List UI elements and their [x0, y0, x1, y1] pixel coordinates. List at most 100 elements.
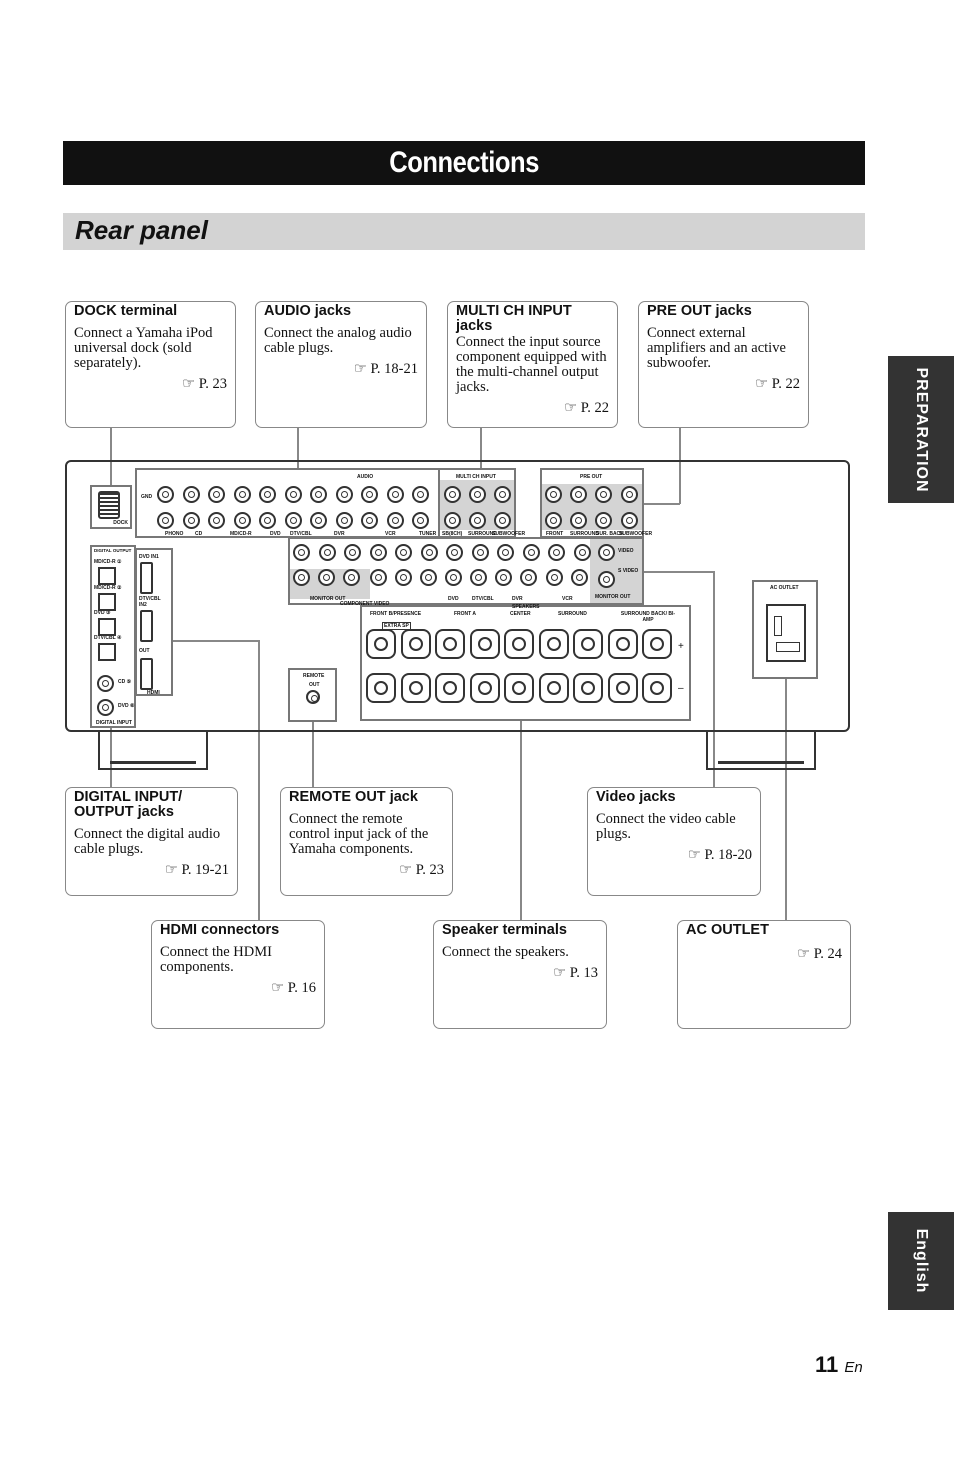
- speaker-terminal[interactable]: [400, 629, 431, 659]
- audio-jack[interactable]: [233, 512, 251, 529]
- multi-ch-jack[interactable]: [444, 512, 461, 529]
- component-video-jack[interactable]: [522, 544, 540, 561]
- audio-jack[interactable]: [259, 512, 276, 529]
- video-jacks-block: VIDEO S VIDEO MONITOR OUT COMPONENT VIDE…: [288, 537, 644, 607]
- speaker-terminal[interactable]: [366, 629, 396, 659]
- multi-ch-jack[interactable]: [494, 486, 511, 503]
- tab-english[interactable]: English: [888, 1212, 954, 1310]
- speaker-terminal[interactable]: [573, 629, 603, 659]
- audio-jack[interactable]: [412, 512, 429, 529]
- speaker-terminal[interactable]: [469, 629, 500, 659]
- callout-speaker: Speaker terminals Connect the speakers. ☞ …: [433, 920, 607, 1029]
- pre-out-jack[interactable]: [570, 512, 587, 529]
- component-video-jack[interactable]: [446, 544, 463, 561]
- pre-out-jack[interactable]: [595, 512, 612, 529]
- audio-jack[interactable]: [208, 512, 225, 529]
- s-video-jack[interactable]: [571, 569, 588, 586]
- audio-jack[interactable]: [284, 486, 302, 503]
- component-video-jack[interactable]: [471, 544, 489, 561]
- audio-jack[interactable]: [412, 486, 429, 503]
- speaker-terminal[interactable]: [538, 629, 569, 659]
- component-video-jack[interactable]: [318, 569, 335, 586]
- dock-connector-icon: [98, 491, 120, 519]
- component-video-jack[interactable]: [293, 544, 310, 561]
- audio-jack[interactable]: [386, 512, 404, 529]
- callout-digital: DIGITAL INPUT/ OUTPUT jacks Connect the d…: [65, 787, 238, 896]
- pre-out-jack[interactable]: [545, 486, 562, 503]
- callout-video: Video jacks Connect the video cable plugs…: [587, 787, 761, 896]
- s-video-jack[interactable]: [546, 569, 563, 586]
- ac-outlet-block: AC OUTLET: [752, 580, 818, 679]
- speaker-terminal[interactable]: [504, 673, 534, 703]
- component-video-jack[interactable]: [369, 544, 387, 561]
- multi-ch-jack[interactable]: [469, 512, 486, 529]
- component-video-jack[interactable]: [293, 569, 310, 586]
- section-header: Rear panel: [63, 213, 865, 250]
- audio-jack[interactable]: [310, 486, 327, 503]
- component-video-jack[interactable]: [343, 569, 360, 586]
- component-video-jack[interactable]: [395, 544, 412, 561]
- multi-ch-jack[interactable]: [469, 486, 486, 503]
- callout-multi-ch: MULTI CH INPUT jacks Connect the input so…: [447, 301, 618, 428]
- dock-terminal: DOCK: [90, 485, 132, 529]
- manual-page: Connections Rear panel PREPARATION Engli…: [0, 0, 954, 1465]
- speaker-terminal[interactable]: [538, 673, 569, 703]
- pre-out-jack[interactable]: [621, 512, 638, 529]
- speaker-terminal[interactable]: [607, 629, 638, 659]
- hdmi-block: DVD IN1 DTV/CBL IN2 OUT HDMI: [135, 548, 173, 696]
- component-video-jack[interactable]: [573, 544, 591, 561]
- speaker-terminal[interactable]: [573, 673, 603, 703]
- audio-jack[interactable]: [259, 486, 276, 503]
- speaker-terminal[interactable]: [435, 673, 465, 703]
- callout-hdmi: HDMI connectors Connect the HDMI componen…: [151, 920, 325, 1029]
- s-video-jack[interactable]: [495, 569, 512, 586]
- speaker-terminal[interactable]: [400, 673, 431, 703]
- digital-io-block: DIGITAL OUTPUT MD/CD-R ① MD/CD-R ② DVD ③…: [90, 545, 136, 728]
- monitor-out-jack[interactable]: [598, 544, 615, 561]
- speaker-terminals-block: SPEAKERS FRONT B/PRESENCE FRONT A CENTER…: [360, 604, 691, 721]
- pre-out-jack[interactable]: [621, 486, 638, 503]
- panel-foot: [706, 732, 816, 770]
- audio-jack[interactable]: [284, 512, 302, 529]
- component-video-jack[interactable]: [318, 544, 336, 561]
- tab-preparation[interactable]: PREPARATION: [888, 356, 954, 503]
- audio-jack[interactable]: [182, 486, 200, 503]
- speaker-terminal[interactable]: [366, 673, 396, 703]
- component-video-jack[interactable]: [344, 544, 361, 561]
- s-video-jack[interactable]: [520, 569, 537, 586]
- s-video-jack[interactable]: [470, 569, 487, 586]
- speaker-terminal[interactable]: [607, 673, 638, 703]
- callout-dock: DOCK terminal Connect a Yamaha iPod unive…: [65, 301, 236, 428]
- speaker-terminal[interactable]: [435, 629, 465, 659]
- component-video-jack[interactable]: [497, 544, 514, 561]
- s-video-jack[interactable]: [445, 569, 462, 586]
- monitor-out-jack[interactable]: [598, 571, 615, 588]
- pre-out-jack[interactable]: [595, 486, 612, 503]
- component-video-jack[interactable]: [420, 569, 437, 586]
- speaker-terminal[interactable]: [504, 629, 534, 659]
- audio-jack[interactable]: [182, 512, 200, 529]
- speaker-terminal[interactable]: [642, 673, 672, 703]
- ac-outlet-socket: [766, 604, 806, 662]
- component-video-jack[interactable]: [370, 569, 387, 586]
- audio-jack[interactable]: [335, 512, 353, 529]
- component-video-jack[interactable]: [548, 544, 565, 561]
- component-video-jack[interactable]: [420, 544, 438, 561]
- pre-out-jack[interactable]: [570, 486, 587, 503]
- audio-jack[interactable]: [361, 512, 378, 529]
- multi-ch-jack[interactable]: [494, 512, 511, 529]
- pre-out-jack[interactable]: [545, 512, 562, 529]
- multi-ch-jack[interactable]: [444, 486, 461, 503]
- audio-jack[interactable]: [335, 486, 353, 503]
- component-video-jack[interactable]: [395, 569, 412, 586]
- audio-jack[interactable]: [310, 512, 327, 529]
- audio-jack[interactable]: [386, 486, 404, 503]
- audio-jack[interactable]: [157, 486, 174, 503]
- audio-jack[interactable]: [233, 486, 251, 503]
- speaker-terminal[interactable]: [642, 629, 672, 659]
- remote-out-jack[interactable]: [306, 690, 320, 704]
- audio-jack[interactable]: [157, 512, 174, 529]
- audio-jack[interactable]: [208, 486, 225, 503]
- speaker-terminal[interactable]: [469, 673, 500, 703]
- audio-jack[interactable]: [361, 486, 378, 503]
